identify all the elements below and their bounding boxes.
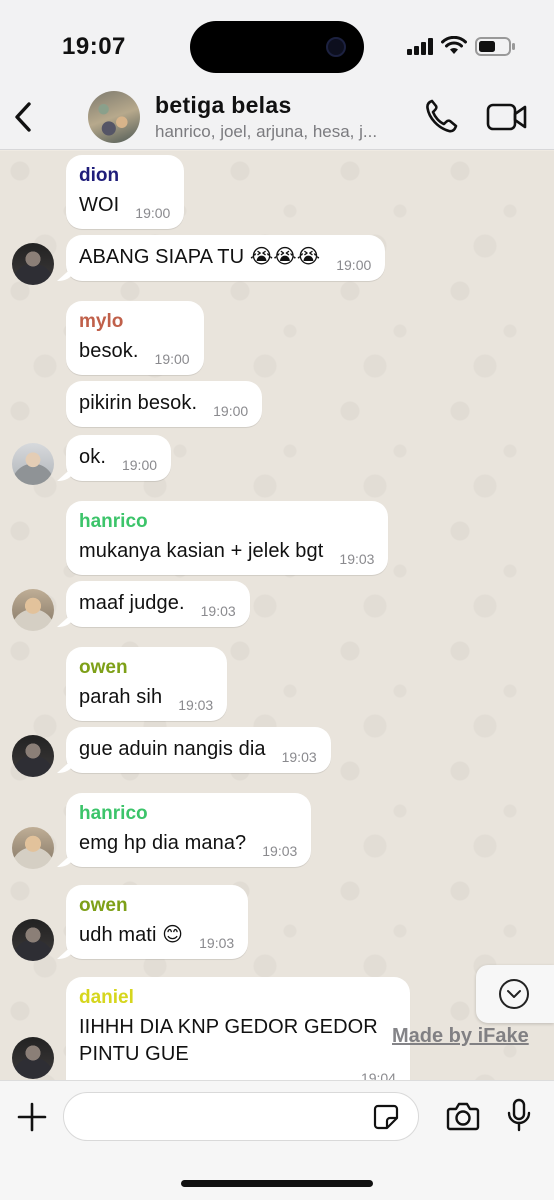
- message-bubble[interactable]: dion WOI 19:00: [66, 155, 185, 229]
- sender-name: hanrico: [79, 511, 148, 532]
- avatar[interactable]: [12, 443, 54, 485]
- message-bubble[interactable]: hanrico mukanya kasian + jelek bgt 19:03: [66, 501, 389, 575]
- message-bubble[interactable]: owen udh mati 😊 19:03: [66, 885, 249, 959]
- message-text: gue aduin nangis dia: [79, 738, 266, 760]
- message-text: IIHHH DIA KNP GEDOR GEDOR PINTU GUE: [79, 1016, 378, 1065]
- message-text: WOI: [79, 194, 120, 216]
- phone-icon[interactable]: [424, 98, 458, 134]
- message-time: 19:03: [199, 935, 235, 951]
- message-time: 19:03: [178, 697, 214, 713]
- message-bubble[interactable]: ok. 19:00: [66, 435, 172, 481]
- message-text: ok.: [79, 446, 106, 468]
- message-time: 19:03: [262, 843, 298, 859]
- message-text: udh mati 😊: [79, 924, 184, 946]
- message-bubble[interactable]: ABANG SIAPA TU 😭😭😭 19:00: [66, 235, 386, 281]
- video-call-icon[interactable]: [486, 102, 528, 132]
- sender-name: daniel: [79, 987, 134, 1008]
- avatar[interactable]: [12, 243, 54, 285]
- message-text: parah sih: [79, 686, 163, 708]
- plus-icon[interactable]: [16, 1101, 48, 1133]
- signal-icon: [407, 38, 433, 55]
- dynamic-island: [190, 21, 364, 73]
- message-bubble[interactable]: gue aduin nangis dia 19:03: [66, 727, 331, 773]
- group-avatar[interactable]: [88, 91, 140, 143]
- message-time: 19:00: [213, 403, 249, 419]
- avatar[interactable]: [12, 589, 54, 631]
- top-bar: 19:07 betiga belas hanrico, joel, arjuna…: [0, 0, 554, 150]
- message-time: 19:00: [154, 351, 190, 367]
- message-text: besok.: [79, 340, 139, 362]
- chevron-down-icon: [499, 979, 529, 1009]
- sender-name: owen: [79, 657, 128, 678]
- chat-members[interactable]: hanrico, joel, arjuna, hesa, j...: [155, 122, 377, 142]
- message-bubble[interactable]: mylo besok. 19:00: [66, 301, 204, 375]
- battery-icon: [475, 37, 515, 56]
- status-icons: [407, 36, 517, 56]
- message-time: 19:00: [121, 457, 158, 473]
- message-time: 19:03: [339, 551, 375, 567]
- avatar[interactable]: [12, 735, 54, 777]
- back-icon[interactable]: [10, 100, 38, 134]
- status-time: 19:07: [62, 33, 126, 60]
- message-bubble[interactable]: maaf judge. 19:03: [66, 581, 250, 627]
- message-time: 19:03: [281, 749, 317, 765]
- message-text: maaf judge.: [79, 592, 185, 614]
- input-bar: [0, 1080, 554, 1200]
- microphone-icon[interactable]: [507, 1098, 531, 1132]
- sticker-icon[interactable]: [372, 1103, 400, 1131]
- message-text: pikirin besok.: [79, 392, 198, 414]
- message-bubble[interactable]: pikirin besok. 19:00: [66, 381, 263, 427]
- chat-area[interactable]: dion WOI 19:00 ABANG SIAPA TU 😭😭😭 19:00 my…: [0, 151, 554, 1080]
- wifi-icon: [441, 36, 467, 54]
- message-text: ABANG SIAPA TU 😭😭😭: [79, 246, 321, 268]
- message-text: emg hp dia mana?: [79, 832, 247, 854]
- camera-icon[interactable]: [446, 1101, 480, 1131]
- sender-name: mylo: [79, 311, 124, 332]
- message-time: 19:00: [135, 205, 171, 221]
- home-indicator: [181, 1180, 373, 1187]
- scroll-down-button[interactable]: [476, 965, 554, 1023]
- message-time: 19:04: [360, 1070, 396, 1080]
- message-time: 19:03: [200, 603, 236, 619]
- watermark: Made by iFake: [392, 1025, 529, 1047]
- sender-name: hanrico: [79, 803, 148, 824]
- message-bubble[interactable]: hanrico emg hp dia mana? 19:03: [66, 793, 312, 867]
- avatar[interactable]: [12, 1037, 54, 1079]
- avatar[interactable]: [12, 919, 54, 961]
- sender-name: dion: [79, 165, 120, 186]
- message-input[interactable]: [63, 1092, 419, 1141]
- message-bubble[interactable]: owen parah sih 19:03: [66, 647, 228, 721]
- message-time: 19:00: [336, 257, 372, 273]
- avatar[interactable]: [12, 827, 54, 869]
- message-text: mukanya kasian + jelek bgt: [79, 540, 324, 562]
- chat-title[interactable]: betiga belas: [155, 92, 292, 119]
- sender-name: owen: [79, 895, 128, 916]
- message-bubble[interactable]: daniel IIHHH DIA KNP GEDOR GEDOR PINTU G…: [66, 977, 410, 1080]
